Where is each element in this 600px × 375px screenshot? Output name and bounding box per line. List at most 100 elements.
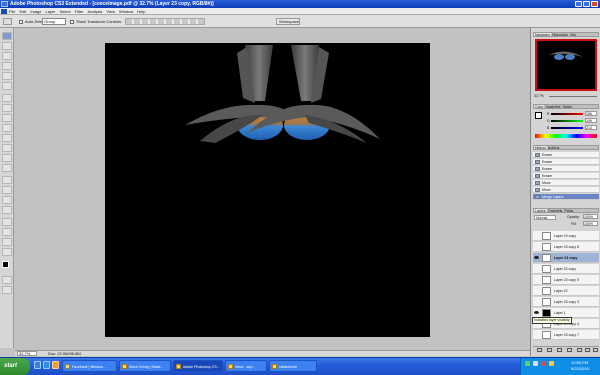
layer-mask-icon[interactable]: [557, 348, 562, 352]
notes-tool-icon[interactable]: [2, 218, 12, 226]
navigator-zoom-slider[interactable]: [549, 96, 597, 97]
layer-row[interactable]: Layer 23 copy 7: [533, 330, 599, 340]
eraser-tool-icon[interactable]: [2, 134, 12, 142]
layer-row[interactable]: Layer 23 copy 6: [533, 242, 599, 252]
volume-icon[interactable]: [533, 361, 538, 366]
taskbar-item[interactable]: slaidertruck: [269, 360, 317, 372]
menu-analysis[interactable]: Analysis: [88, 9, 103, 14]
menu-image[interactable]: Image: [30, 9, 41, 14]
clone-stamp-tool-icon[interactable]: [2, 114, 12, 122]
history-item[interactable]: Eraser: [533, 173, 599, 179]
healing-brush-tool-icon[interactable]: [2, 94, 12, 102]
history-item-selected[interactable]: Merge Layers: [533, 194, 599, 200]
tab-channels[interactable]: Channels: [547, 209, 564, 212]
menu-file[interactable]: File: [9, 9, 15, 14]
color-b-value[interactable]: 214: [585, 125, 597, 130]
tab-paths[interactable]: Paths: [563, 209, 574, 212]
color-b-slider[interactable]: [551, 127, 583, 129]
layer-row[interactable]: Layer 23 copy 3: [533, 297, 599, 307]
slice-tool-icon[interactable]: [2, 82, 12, 90]
navigator-zoom[interactable]: 32.7%: [534, 94, 546, 99]
history-item[interactable]: Move: [533, 187, 599, 193]
layer-row[interactable]: Layer 22 copy: [533, 264, 599, 274]
fill-field[interactable]: 100%: [583, 221, 598, 226]
link-layers-icon[interactable]: [537, 348, 542, 352]
new-layer-icon[interactable]: [585, 348, 590, 352]
taskbar-item-active[interactable]: Adobe Photoshop CS...: [173, 360, 223, 372]
layer-row-selected[interactable]: Layer 23 copy: [533, 253, 599, 263]
tab-history[interactable]: History: [534, 146, 547, 149]
magic-wand-tool-icon[interactable]: [2, 62, 12, 70]
quick-mask-icon[interactable]: [2, 276, 12, 284]
blend-mode-dropdown[interactable]: Normal: [534, 215, 556, 220]
screen-mode-icon[interactable]: [2, 286, 12, 294]
color-foreground-swatch[interactable]: [535, 112, 542, 119]
color-r-slider[interactable]: [551, 113, 583, 115]
move-tool-icon[interactable]: [2, 32, 12, 40]
blur-tool-icon[interactable]: [2, 154, 12, 162]
transform-controls-checkbox[interactable]: [70, 20, 74, 24]
brush-tool-icon[interactable]: [2, 104, 12, 112]
tab-info[interactable]: Info: [569, 33, 577, 36]
firefox-icon[interactable]: [52, 361, 59, 369]
taskbar-item[interactable]: Stock Xchng | Stoke...: [119, 360, 171, 372]
auto-select-dropdown[interactable]: Group: [42, 18, 66, 25]
history-brush-tool-icon[interactable]: [2, 124, 12, 132]
workspace-button[interactable]: Workspace: [276, 18, 300, 25]
menu-view[interactable]: View: [106, 9, 115, 14]
tab-navigator[interactable]: Navigator: [534, 33, 551, 36]
layer-row[interactable]: Layer 23 copy 5: [533, 275, 599, 285]
trash-icon[interactable]: [593, 348, 598, 352]
history-item[interactable]: Eraser: [533, 159, 599, 165]
layer-style-icon[interactable]: [547, 348, 552, 352]
move-tool-preset-icon[interactable]: [3, 18, 12, 25]
eye-icon[interactable]: [534, 311, 539, 314]
new-group-icon[interactable]: [577, 348, 582, 352]
eyedropper-tool-icon[interactable]: [2, 228, 12, 236]
navigator-preview[interactable]: [535, 39, 597, 91]
tab-actions[interactable]: Actions: [547, 146, 560, 149]
color-g-slider[interactable]: [551, 120, 583, 122]
tab-styles[interactable]: Styles: [562, 105, 574, 108]
opacity-field[interactable]: 100%: [583, 214, 598, 219]
foreground-color-swatch[interactable]: [2, 261, 9, 268]
color-g-value[interactable]: 199: [585, 118, 597, 123]
dodge-tool-icon[interactable]: [2, 164, 12, 172]
taskbar-item[interactable]: Inbox - sup...: [225, 360, 267, 372]
clock-time[interactable]: 10:56 PM: [571, 360, 588, 365]
history-item[interactable]: Eraser: [533, 152, 599, 158]
tab-swatches[interactable]: Swatches: [544, 105, 561, 108]
tab-color[interactable]: Color: [534, 105, 545, 108]
path-selection-tool-icon[interactable]: [2, 196, 12, 204]
lasso-tool-icon[interactable]: [2, 52, 12, 60]
eye-icon[interactable]: [534, 256, 539, 259]
menu-layer[interactable]: Layer: [45, 9, 55, 14]
crop-tool-icon[interactable]: [2, 72, 12, 80]
auto-select-checkbox[interactable]: [19, 20, 23, 24]
menu-filter[interactable]: Filter: [75, 9, 84, 14]
start-button[interactable]: start: [0, 358, 30, 375]
close-button[interactable]: [591, 1, 598, 7]
history-item[interactable]: Eraser: [533, 166, 599, 172]
gradient-tool-icon[interactable]: [2, 144, 12, 152]
color-spectrum-ramp[interactable]: [535, 134, 597, 138]
adjustment-layer-icon[interactable]: [567, 348, 572, 352]
marquee-tool-icon[interactable]: [2, 42, 12, 50]
layer-row[interactable]: Layer 22: [533, 286, 599, 296]
tab-layers[interactable]: Layers: [534, 209, 547, 212]
menu-select[interactable]: Select: [60, 9, 71, 14]
messenger-icon[interactable]: [549, 361, 554, 366]
zoom-tool-icon[interactable]: [2, 248, 12, 256]
pen-tool-icon[interactable]: [2, 176, 12, 184]
color-r-value[interactable]: 186: [585, 111, 597, 116]
minimize-button[interactable]: [575, 1, 582, 7]
security-icon[interactable]: [541, 361, 546, 366]
menu-edit[interactable]: Edit: [19, 9, 26, 14]
network-icon[interactable]: [525, 361, 530, 366]
zoom-level-field[interactable]: 32.7%: [17, 351, 37, 356]
type-tool-icon[interactable]: [2, 186, 12, 194]
tab-histogram[interactable]: Histogram: [551, 33, 569, 36]
history-item[interactable]: Move: [533, 180, 599, 186]
hand-tool-icon[interactable]: [2, 238, 12, 246]
layer-row[interactable]: Layer 19 copy: [533, 231, 599, 241]
